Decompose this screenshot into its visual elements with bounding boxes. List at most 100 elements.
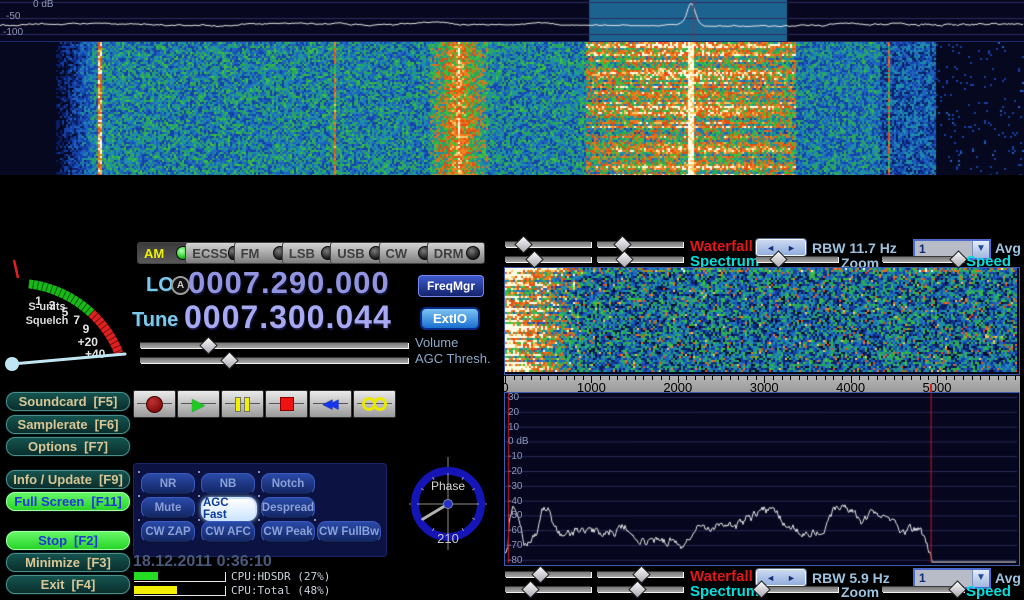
bottom-spectrum-offset-slider[interactable] <box>597 585 683 594</box>
bottom-waterfall-contrast-slider[interactable] <box>505 570 591 579</box>
smeter-caption: S-units <box>28 301 65 313</box>
slider-track <box>140 357 408 363</box>
dsp-button-nb[interactable]: NB <box>201 473 255 495</box>
smeter-scale-label: +40 <box>85 347 106 361</box>
left-button-full-screen[interactable]: Full Screen[F11] <box>6 492 130 511</box>
extio-button[interactable]: ExtIO <box>420 307 480 330</box>
rf-db-label-50: -50 <box>6 11 20 22</box>
dsp-button-cw-zap[interactable]: CW ZAP <box>141 521 195 543</box>
dsp-button-cw-peak[interactable]: CW Peak <box>261 521 315 543</box>
top-waterfall-contrast-slider[interactable] <box>505 240 591 249</box>
dsp-button-agc-fast[interactable]: AGC Fast <box>201 497 257 521</box>
slider-thumb[interactable] <box>220 351 238 369</box>
smeter-needle <box>12 354 125 364</box>
slider-thumb[interactable] <box>199 336 217 354</box>
bottom-zoom-slider[interactable] <box>756 585 838 594</box>
scale-tick <box>963 376 964 380</box>
audio-waterfall-display[interactable] <box>504 267 1020 375</box>
pause-bar <box>244 397 250 412</box>
phase-value: 210 <box>437 531 459 546</box>
phase-dial[interactable]: Phase 210 <box>406 454 490 552</box>
stop-button[interactable] <box>265 390 308 418</box>
phase-hub <box>444 500 453 509</box>
pause-icon <box>235 397 250 412</box>
slider-thumb[interactable] <box>628 580 646 598</box>
scale-tick <box>531 376 532 380</box>
left-button-soundcard[interactable]: Soundcard[F5] <box>6 392 130 411</box>
loop-button[interactable] <box>353 390 396 418</box>
right-arrow-icon[interactable]: ► <box>787 573 796 583</box>
left-arrow-icon[interactable]: ◄ <box>766 573 775 583</box>
audio-db-label: -40 <box>508 496 522 507</box>
dsp-button-cw-fullbw[interactable]: CW FullBw <box>317 521 381 543</box>
left-button-samplerate[interactable]: Samplerate[F6] <box>6 415 130 434</box>
scale-tick <box>773 376 774 380</box>
volume-slider[interactable] <box>140 341 408 350</box>
tune-frequency-value[interactable]: 0007.300.044 <box>184 299 392 336</box>
scale-tick <box>609 376 610 380</box>
record-button[interactable] <box>133 390 176 418</box>
bottom-speed-slider[interactable] <box>882 585 964 594</box>
button-label: Exit <box>41 577 65 592</box>
audio-db-label: 20 <box>508 407 519 418</box>
left-arrow-icon[interactable]: ◄ <box>766 243 775 253</box>
datetime-display: 18.12.2011 0:36:10 <box>133 553 272 571</box>
s-meter[interactable]: 13579+20+40S-unitsSquelch <box>1 240 129 398</box>
scale-tick <box>946 376 947 380</box>
cpu-label: CPU:HDSDR (27%) <box>231 570 330 583</box>
audio-spectrum-display[interactable]: 3020100 dB-10-20-30-40-50-60-70-80 <box>504 392 1020 566</box>
bottom-waterfall-brightness-slider[interactable] <box>597 570 683 579</box>
bottom-spectrum-gain-slider[interactable] <box>505 585 591 594</box>
scale-tick <box>514 376 515 380</box>
button-fkey: [F11] <box>91 494 121 509</box>
slider-thumb[interactable] <box>525 250 543 268</box>
slider-thumb[interactable] <box>531 565 549 583</box>
rf-db-label-0: 0 dB <box>33 0 54 10</box>
left-button-options[interactable]: Options[F7] <box>6 437 130 456</box>
slider-thumb[interactable] <box>521 580 539 598</box>
freqmgr-button[interactable]: FreqMgr <box>418 275 484 297</box>
scale-tick <box>721 376 722 380</box>
phase-label: Phase <box>431 479 465 493</box>
lo-frequency-value[interactable]: 0007.290.000 <box>188 265 390 301</box>
slider-track <box>505 256 591 262</box>
agc-thresh-slider[interactable] <box>140 356 408 365</box>
dsp-button-mute[interactable]: Mute <box>141 497 195 519</box>
rf-spectrum-display[interactable]: 0 dB -50 -100 <box>0 0 1024 42</box>
scale-tick <box>617 376 618 380</box>
scale-tick <box>1006 376 1007 380</box>
top-rbw-label: RBW 11.7 Hz <box>812 240 897 256</box>
top-spectrum-offset-slider[interactable] <box>597 255 683 264</box>
top-waterfall-brightness-slider[interactable] <box>597 240 683 249</box>
top-speed-slider[interactable] <box>882 255 964 264</box>
mode-label: AM <box>144 246 164 261</box>
rewind-button[interactable]: ◀◀ <box>309 390 352 418</box>
dsp-button-cw-afc[interactable]: CW AFC <box>201 521 255 543</box>
left-button-exit[interactable]: Exit[F4] <box>6 575 130 594</box>
dsp-button-nr[interactable]: NR <box>141 473 195 495</box>
top-zoom-slider[interactable] <box>756 255 838 264</box>
button-label: Soundcard <box>19 394 87 409</box>
scale-tick <box>1015 376 1016 380</box>
audio-db-label: -50 <box>508 510 522 521</box>
rewind-icon: ◀◀ <box>323 396 339 412</box>
audio-db-label: 0 dB <box>508 436 529 447</box>
scale-tick <box>998 376 999 380</box>
slider-thumb[interactable] <box>615 250 633 268</box>
button-fkey: [F2] <box>74 533 98 548</box>
right-arrow-icon[interactable]: ► <box>787 243 796 253</box>
left-button-minimize[interactable]: Minimize[F3] <box>6 553 130 572</box>
slider-thumb[interactable] <box>514 235 532 253</box>
mode-button-drm[interactable]: DRM <box>427 242 485 264</box>
audio-db-label: -20 <box>508 466 522 477</box>
left-button-info-update[interactable]: Info / Update[F9] <box>6 470 130 489</box>
cpu-label: CPU:Total (48%) <box>231 584 330 597</box>
dsp-button-notch[interactable]: Notch <box>261 473 315 495</box>
top-spectrum-gain-slider[interactable] <box>505 255 591 264</box>
dsp-button-despread[interactable]: Despread <box>261 497 315 519</box>
pause-button[interactable] <box>221 390 264 418</box>
left-button-stop[interactable]: Stop[F2] <box>6 531 130 550</box>
play-button[interactable]: ▶ <box>177 390 220 418</box>
dsp-indicator-dot <box>138 495 140 497</box>
scale-tick <box>816 376 817 380</box>
